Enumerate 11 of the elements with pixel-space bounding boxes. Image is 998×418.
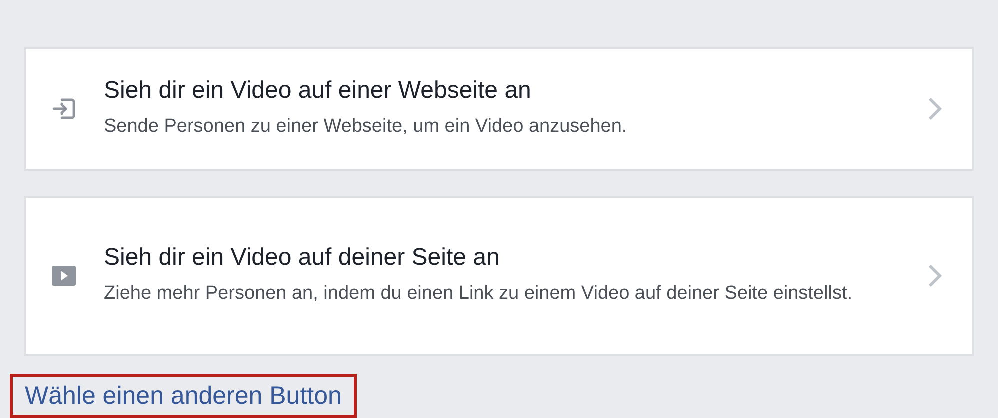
option-title: Sieh dir ein Video auf deiner Seite an <box>104 242 501 272</box>
play-icon <box>52 266 76 286</box>
option-title: Sieh dir ein Video auf einer Webseite an <box>104 76 532 106</box>
chevron-right-icon <box>928 264 942 288</box>
sign-in-icon <box>52 96 78 122</box>
chevron-right-icon <box>928 97 942 121</box>
option-description: Ziehe mehr Personen an, indem du einen Link zu einem Video auf deiner Seite einstellst. <box>104 282 854 306</box>
option-card[interactable]: Sieh dir ein Video auf deiner Seite an Ziehe mehr Personen an, indem du einen Link zu einem Video auf deiner Seite einstellst. <box>24 196 974 356</box>
option-description: Sende Personen zu einer Webseite, um ein Video anzusehen. <box>104 114 628 138</box>
option-card[interactable]: Sieh dir ein Video auf einer Webseite an Sende Personen zu einer Webseite, um ein Video anzusehen. <box>24 47 974 171</box>
choose-other-button-link[interactable]: Wähle einen anderen Button <box>10 374 357 418</box>
